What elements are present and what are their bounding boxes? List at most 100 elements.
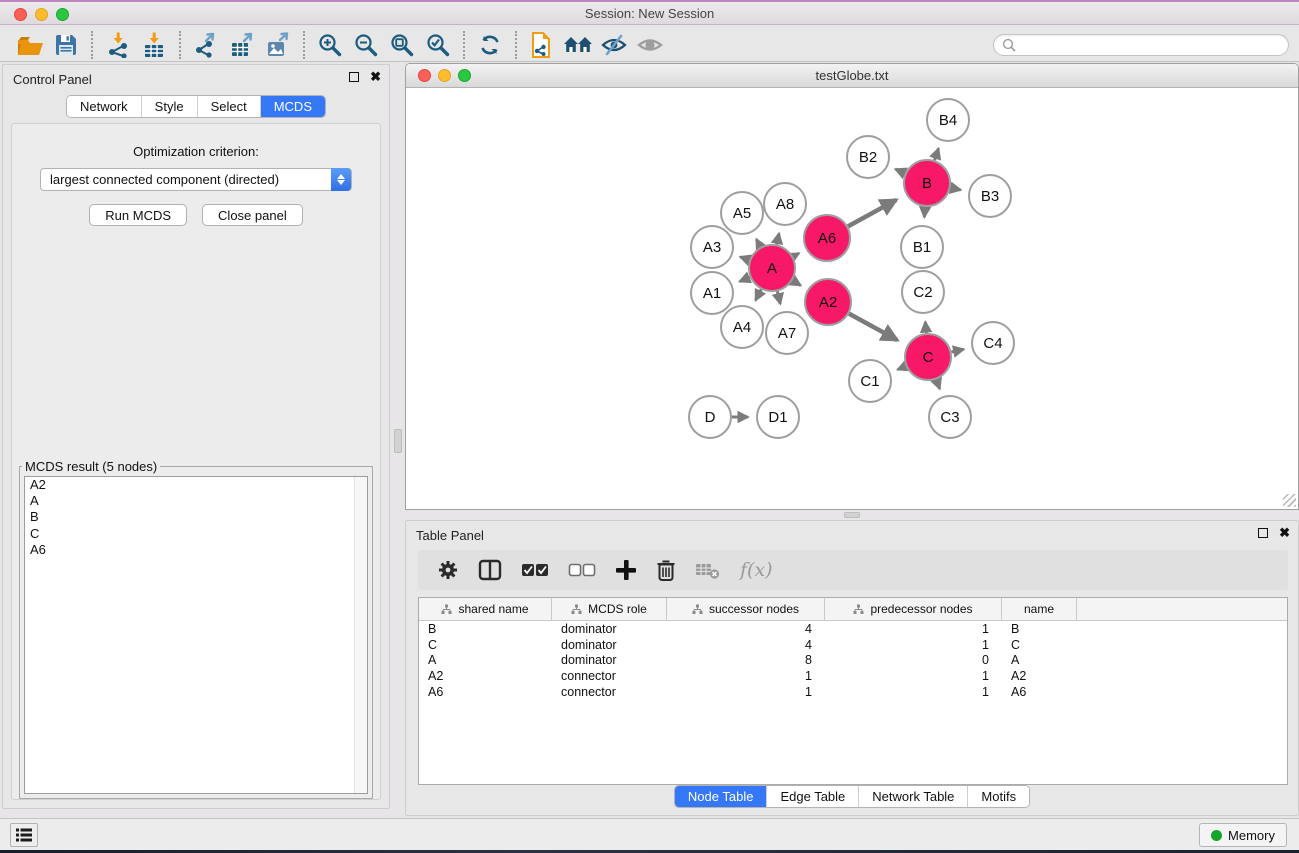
session-network-icon[interactable] <box>524 30 560 60</box>
delete-table-icon[interactable] <box>695 560 721 580</box>
criterion-dropdown[interactable]: largest connected component (directed) <box>40 168 352 191</box>
refresh-icon[interactable] <box>472 30 508 60</box>
show-details-icon[interactable] <box>632 30 668 60</box>
table-row[interactable]: A6connector11A6 <box>419 684 1287 700</box>
float-panel-icon[interactable] <box>349 72 359 82</box>
task-history-button[interactable] <box>10 823 38 847</box>
import-network-icon[interactable] <box>100 30 136 60</box>
tab-node-table[interactable]: Node Table <box>675 786 767 807</box>
add-row-icon[interactable] <box>615 559 637 581</box>
table-row[interactable]: A2connector11A2 <box>419 668 1287 684</box>
column-header-successor-nodes[interactable]: successor nodes <box>667 598 825 620</box>
graph-edge[interactable] <box>756 239 760 247</box>
graph-edge[interactable] <box>777 233 779 244</box>
delete-row-icon[interactable] <box>656 559 676 581</box>
result-item[interactable]: B <box>25 509 367 525</box>
close-panel-icon[interactable]: ✖ <box>370 72 381 82</box>
table-cell[interactable]: 0 <box>825 653 1002 667</box>
tab-motifs[interactable]: Motifs <box>967 786 1029 807</box>
horizontal-divider-grip[interactable] <box>844 512 860 518</box>
result-item[interactable]: A2 <box>25 477 367 493</box>
result-item[interactable]: A6 <box>25 542 367 558</box>
tab-mcds[interactable]: MCDS <box>260 96 325 117</box>
table-cell[interactable]: 1 <box>667 669 825 683</box>
table-cell[interactable]: A6 <box>419 685 552 699</box>
mcds-result-list[interactable]: A2ABCA6 <box>24 476 368 794</box>
graph-edge[interactable] <box>740 257 749 260</box>
table-row[interactable]: Adominator80A <box>419 653 1287 669</box>
tab-network-table[interactable]: Network Table <box>858 786 967 807</box>
zoom-selected-icon[interactable] <box>420 30 456 60</box>
open-icon[interactable] <box>12 30 48 60</box>
network-window-titlebar[interactable]: testGlobe.txt <box>406 64 1298 88</box>
float-panel-icon[interactable] <box>1258 528 1268 538</box>
deselect-all-icon[interactable] <box>568 563 596 577</box>
graph-edge[interactable] <box>936 380 939 389</box>
search-input[interactable] <box>1016 38 1280 52</box>
table-cell[interactable]: dominator <box>552 653 667 667</box>
graph-edge[interactable] <box>951 188 961 190</box>
memory-button[interactable]: Memory <box>1199 823 1287 847</box>
save-icon[interactable] <box>48 30 84 60</box>
hide-details-icon[interactable] <box>596 30 632 60</box>
graph-edge[interactable] <box>740 277 750 281</box>
table-cell[interactable]: 8 <box>667 653 825 667</box>
graph-edge[interactable] <box>849 314 897 341</box>
column-header-shared-name[interactable]: shared name <box>419 598 552 620</box>
graph-edge[interactable] <box>935 149 939 161</box>
vertical-divider-grip[interactable] <box>394 429 402 453</box>
zoom-fit-icon[interactable] <box>384 30 420 60</box>
tab-style[interactable]: Style <box>141 96 197 117</box>
table-cell[interactable]: A2 <box>1002 669 1077 683</box>
settings-gear-icon[interactable] <box>437 559 459 581</box>
graph-edge[interactable] <box>793 253 799 256</box>
table-cell[interactable]: C <box>419 638 552 652</box>
result-item[interactable]: A <box>25 493 367 509</box>
graph-edge[interactable] <box>777 291 780 303</box>
column-header-name[interactable]: name <box>1002 598 1077 620</box>
table-cell[interactable]: 1 <box>825 622 1002 636</box>
function-builder-icon[interactable]: f(x) <box>740 559 773 581</box>
toggle-column-icon[interactable] <box>478 559 502 581</box>
graph-edge[interactable] <box>896 169 906 173</box>
zoom-in-icon[interactable] <box>312 30 348 60</box>
graph-edge[interactable] <box>924 207 925 217</box>
table-cell[interactable]: A6 <box>1002 685 1077 699</box>
table-cell[interactable]: connector <box>552 685 667 699</box>
export-network-icon[interactable] <box>188 30 224 60</box>
import-table-icon[interactable] <box>136 30 172 60</box>
table-cell[interactable]: 1 <box>667 685 825 699</box>
scrollbar-track[interactable] <box>354 477 367 793</box>
table-cell[interactable]: dominator <box>552 638 667 652</box>
table-cell[interactable]: B <box>419 622 552 636</box>
tab-edge-table[interactable]: Edge Table <box>766 786 858 807</box>
resize-grip-icon[interactable] <box>1283 494 1296 507</box>
table-cell[interactable]: connector <box>552 669 667 683</box>
result-item[interactable]: C <box>25 526 367 542</box>
table-row[interactable]: Bdominator41B <box>419 621 1287 637</box>
graph-edge[interactable] <box>793 281 801 286</box>
graph-edge[interactable] <box>898 366 906 369</box>
close-panel-icon[interactable]: ✖ <box>1279 528 1290 538</box>
neighbors-icon[interactable] <box>560 30 596 60</box>
table-cell[interactable]: C <box>1002 638 1077 652</box>
table-cell[interactable]: 1 <box>825 669 1002 683</box>
close-panel-button[interactable]: Close panel <box>202 204 303 226</box>
table-cell[interactable]: A <box>1002 653 1077 667</box>
table-cell[interactable]: 4 <box>667 638 825 652</box>
select-all-icon[interactable] <box>521 563 549 577</box>
table-cell[interactable]: 1 <box>825 685 1002 699</box>
table-cell[interactable]: dominator <box>552 622 667 636</box>
table-cell[interactable]: 4 <box>667 622 825 636</box>
export-table-icon[interactable] <box>224 30 260 60</box>
table-cell[interactable]: A <box>419 653 552 667</box>
table-row[interactable]: Cdominator41C <box>419 637 1287 653</box>
tab-select[interactable]: Select <box>197 96 260 117</box>
column-header-predecessor-nodes[interactable]: predecessor nodes <box>825 598 1002 620</box>
search-field[interactable] <box>993 34 1289 56</box>
column-header-mcds-role[interactable]: MCDS role <box>552 598 667 620</box>
tab-network[interactable]: Network <box>67 96 141 117</box>
table-cell[interactable]: 1 <box>825 638 1002 652</box>
export-image-icon[interactable] <box>260 30 296 60</box>
graph-edge[interactable] <box>952 349 964 352</box>
